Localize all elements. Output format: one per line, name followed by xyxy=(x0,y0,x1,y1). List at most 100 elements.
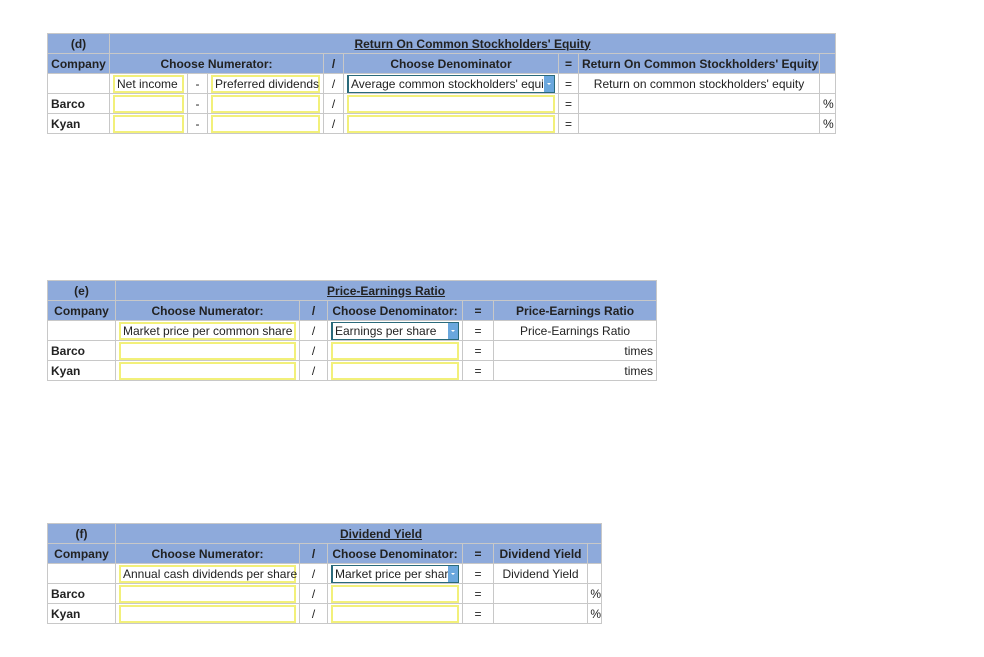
table-row: Barco / = times xyxy=(47,340,658,361)
numerator2-input[interactable] xyxy=(211,114,320,133)
divide-sign: / xyxy=(299,340,328,361)
denominator-input[interactable] xyxy=(331,584,459,603)
divide-header: / xyxy=(299,543,328,564)
company-name: Kyan xyxy=(47,113,110,134)
numerator-input[interactable] xyxy=(119,584,296,603)
result-input[interactable] xyxy=(493,603,588,624)
result-input[interactable] xyxy=(493,360,621,381)
divide-sign: / xyxy=(299,563,328,584)
denominator-header: Choose Denominator: xyxy=(327,300,463,321)
part-label: (e) xyxy=(47,280,116,301)
numerator-select[interactable]: Annual cash dividends per share xyxy=(119,564,297,583)
company-name: Kyan xyxy=(47,603,116,624)
unit-label: times xyxy=(620,340,658,361)
table-title: Dividend Yield xyxy=(115,523,602,544)
minus-sign: - xyxy=(187,73,208,94)
company-header: Company xyxy=(47,53,110,74)
unit-label: times xyxy=(620,360,658,381)
unit-label: % xyxy=(587,583,602,604)
result-input[interactable] xyxy=(578,93,820,114)
equals-sign: = xyxy=(558,73,579,94)
equals-header: = xyxy=(462,300,494,321)
result-label: Price-Earnings Ratio xyxy=(492,320,658,341)
divide-header: / xyxy=(299,300,328,321)
unit-header xyxy=(818,53,837,74)
numerator1-input[interactable] xyxy=(113,114,184,133)
denominator-header: Choose Denominator xyxy=(343,53,559,74)
minus-sign: - xyxy=(187,113,208,134)
equals-header: = xyxy=(462,543,494,564)
equals-sign: = xyxy=(462,320,494,341)
denominator-input[interactable] xyxy=(347,114,555,133)
equals-sign: = xyxy=(462,563,494,584)
numerator-input[interactable] xyxy=(119,604,296,623)
result-label: Return on common stockholders' equity xyxy=(578,73,820,94)
formula-row: Annual cash dividends per share / Market… xyxy=(47,563,602,584)
equals-sign: = xyxy=(558,113,579,134)
table-row: Barco / = % xyxy=(47,583,602,604)
company-header: Company xyxy=(47,300,116,321)
result-input[interactable] xyxy=(493,583,588,604)
denominator-header: Choose Denominator: xyxy=(327,543,463,564)
divide-sign: / xyxy=(323,93,344,114)
blank-cell xyxy=(47,320,116,341)
numerator1-input[interactable] xyxy=(113,94,184,113)
equals-sign: = xyxy=(462,583,494,604)
numerator-header: Choose Numerator: xyxy=(109,53,324,74)
equals-sign: = xyxy=(558,93,579,114)
company-name: Barco xyxy=(47,583,116,604)
equals-sign: = xyxy=(462,340,494,361)
result-input[interactable] xyxy=(493,340,621,361)
numerator2-input[interactable] xyxy=(211,94,320,113)
formula-row: Market price per common share / Earnings… xyxy=(47,320,658,341)
part-label: (d) xyxy=(47,33,110,54)
equals-sign: = xyxy=(462,603,494,624)
chevron-down-icon[interactable] xyxy=(544,75,554,92)
numerator1-select[interactable]: Net income xyxy=(113,74,184,93)
company-name: Kyan xyxy=(47,360,116,381)
table-row: Kyan / = times xyxy=(47,360,658,381)
denominator-value: Earnings per share xyxy=(335,323,437,338)
table-row: Barco - / = % xyxy=(47,93,837,114)
blank-cell xyxy=(47,73,110,94)
blank-cell xyxy=(818,73,837,94)
table-title: Price-Earnings Ratio xyxy=(114,280,658,301)
company-name: Barco xyxy=(47,340,116,361)
divide-header: / xyxy=(323,53,344,74)
blank-cell xyxy=(47,563,116,584)
table-row: Kyan - / = % xyxy=(47,113,837,134)
denominator-input[interactable] xyxy=(331,361,459,380)
unit-label: % xyxy=(818,113,837,134)
numerator-input[interactable] xyxy=(119,341,296,360)
result-input[interactable] xyxy=(578,113,820,134)
denominator-select[interactable]: Earnings per share xyxy=(331,321,459,340)
denominator-input[interactable] xyxy=(347,94,555,113)
numerator-input[interactable] xyxy=(119,361,296,380)
denominator-input[interactable] xyxy=(331,341,459,360)
denominator-select[interactable]: Average common stockholders' equity xyxy=(347,74,555,93)
dividend-yield-table: (f) Dividend Yield Company Choose Numera… xyxy=(47,523,602,624)
numerator-header: Choose Numerator: xyxy=(115,300,300,321)
chevron-down-icon[interactable] xyxy=(448,322,458,339)
numerator-header: Choose Numerator: xyxy=(115,543,300,564)
unit-label: % xyxy=(587,603,602,624)
formula-row: Net income - Preferred dividends / Avera… xyxy=(47,73,837,94)
unit-label: % xyxy=(818,93,837,114)
chevron-down-icon[interactable] xyxy=(448,565,458,582)
equals-sign: = xyxy=(462,360,494,381)
denominator-value: Average common stockholders' equity xyxy=(351,76,554,91)
divide-sign: / xyxy=(299,320,328,341)
numerator2-select[interactable]: Preferred dividends xyxy=(211,74,320,93)
divide-sign: / xyxy=(323,73,344,94)
result-header: Price-Earnings Ratio xyxy=(492,300,658,321)
blank-cell xyxy=(587,563,602,584)
numerator-select[interactable]: Market price per common share xyxy=(119,321,296,340)
result-label: Dividend Yield xyxy=(493,563,588,584)
denominator-value: Market price per share xyxy=(335,566,456,581)
divide-sign: / xyxy=(299,360,328,381)
denominator-select[interactable]: Market price per share xyxy=(331,564,459,583)
part-label: (f) xyxy=(47,523,116,544)
company-header: Company xyxy=(47,543,116,564)
denominator-input[interactable] xyxy=(331,604,459,623)
result-header: Return On Common Stockholders' Equity xyxy=(578,53,820,74)
